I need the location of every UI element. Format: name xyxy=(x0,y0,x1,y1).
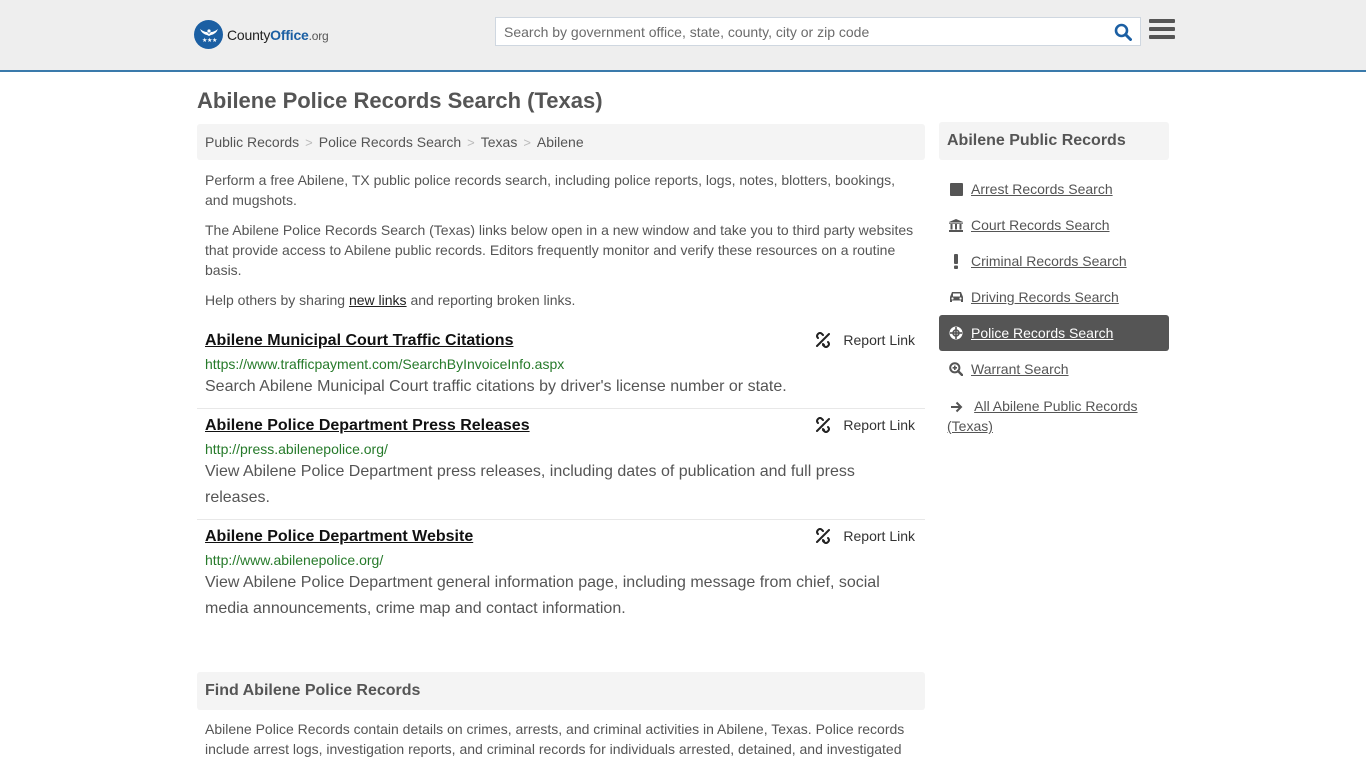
result-description: View Abilene Police Department general i… xyxy=(205,574,880,617)
result-item: Abilene Police Department Press Releases… xyxy=(197,409,925,520)
menu-bar xyxy=(1149,19,1175,23)
sidebar-item-all-public-records[interactable]: All Abilene Public Records (Texas) xyxy=(939,387,1169,436)
breadcrumb-abilene: Abilene xyxy=(536,134,584,150)
hamburger-menu-button[interactable] xyxy=(1149,19,1175,43)
search-icon xyxy=(1114,23,1132,41)
report-link-button[interactable]: Report Link xyxy=(815,332,915,348)
site-header: ★ ★ ★ CountyOffice.org xyxy=(0,0,1366,72)
broken-link-icon xyxy=(816,417,831,433)
menu-bar xyxy=(1149,27,1175,31)
sidebar-list: Arrest Records Search Court Records Sear… xyxy=(939,171,1169,436)
search-button[interactable] xyxy=(1106,18,1140,45)
breadcrumb-separator: > xyxy=(467,134,475,150)
report-link-button[interactable]: Report Link xyxy=(815,528,915,544)
intro-paragraph-1: Perform a free Abilene, TX public police… xyxy=(205,172,895,208)
intro-text: Perform a free Abilene, TX public police… xyxy=(197,170,925,310)
sidebar-heading: Abilene Public Records xyxy=(939,122,1169,160)
result-description: View Abilene Police Department press rel… xyxy=(205,463,855,506)
crosshairs-icon xyxy=(948,325,964,341)
results-list: Abilene Municipal Court Traffic Citation… xyxy=(197,324,925,630)
result-item: Abilene Municipal Court Traffic Citation… xyxy=(197,324,925,409)
intro-paragraph-3: Help others by sharing new links and rep… xyxy=(205,292,576,308)
result-title-link[interactable]: Abilene Police Department Website xyxy=(205,526,473,548)
sidebar-item-driving-records[interactable]: Driving Records Search xyxy=(939,279,1169,315)
arrow-right-icon xyxy=(948,399,964,415)
breadcrumb-texas[interactable]: Texas xyxy=(481,134,518,150)
result-item: Abilene Police Department Website http:/… xyxy=(197,520,925,630)
menu-bar xyxy=(1149,35,1175,39)
eagle-stars-icon: ★ ★ ★ xyxy=(194,20,223,49)
breadcrumb-police-records-search[interactable]: Police Records Search xyxy=(319,134,461,150)
main-content: Public Records > Police Records Search >… xyxy=(197,124,925,759)
search-bar xyxy=(495,17,1141,46)
sidebar-item-criminal-records[interactable]: Criminal Records Search xyxy=(939,243,1169,279)
breadcrumb-separator: > xyxy=(523,134,531,150)
breadcrumb-separator: > xyxy=(305,134,313,150)
svg-text:★: ★ xyxy=(212,37,217,44)
breadcrumb: Public Records > Police Records Search >… xyxy=(197,124,925,160)
logo-text: CountyOffice.org xyxy=(227,26,329,43)
broken-link-icon xyxy=(816,528,831,544)
search-input[interactable] xyxy=(496,18,1106,45)
find-records-body: Abilene Police Records contain details o… xyxy=(205,721,905,757)
result-url[interactable]: http://www.abilenepolice.org/ xyxy=(205,550,917,570)
broken-link-icon xyxy=(816,332,831,348)
sidebar-item-police-records[interactable]: Police Records Search xyxy=(939,315,1169,351)
result-title-link[interactable]: Abilene Police Department Press Releases xyxy=(205,415,530,437)
breadcrumb-public-records[interactable]: Public Records xyxy=(205,134,299,150)
result-url[interactable]: http://press.abilenepolice.org/ xyxy=(205,439,917,459)
sidebar-item-arrest-records[interactable]: Arrest Records Search xyxy=(939,171,1169,207)
result-url[interactable]: https://www.trafficpayment.com/SearchByI… xyxy=(205,354,917,374)
sidebar: Abilene Public Records Arrest Records Se… xyxy=(939,122,1169,436)
square-icon xyxy=(948,181,964,197)
find-records-heading: Find Abilene Police Records xyxy=(197,672,925,710)
sidebar-item-warrant-search[interactable]: Warrant Search xyxy=(939,351,1169,387)
search-plus-icon xyxy=(948,361,964,377)
result-title-link[interactable]: Abilene Municipal Court Traffic Citation… xyxy=(205,330,513,352)
courthouse-icon xyxy=(948,217,964,233)
exclamation-icon xyxy=(948,253,964,269)
site-logo[interactable]: ★ ★ ★ CountyOffice.org xyxy=(194,20,329,49)
car-icon xyxy=(948,289,964,305)
page-title: Abilene Police Records Search (Texas) xyxy=(197,88,603,113)
result-description: Search Abilene Municipal Court traffic c… xyxy=(205,378,787,395)
report-link-button[interactable]: Report Link xyxy=(815,417,915,433)
new-links-link[interactable]: new links xyxy=(349,292,407,308)
sidebar-item-court-records[interactable]: Court Records Search xyxy=(939,207,1169,243)
intro-paragraph-2: The Abilene Police Records Search (Texas… xyxy=(205,222,914,278)
